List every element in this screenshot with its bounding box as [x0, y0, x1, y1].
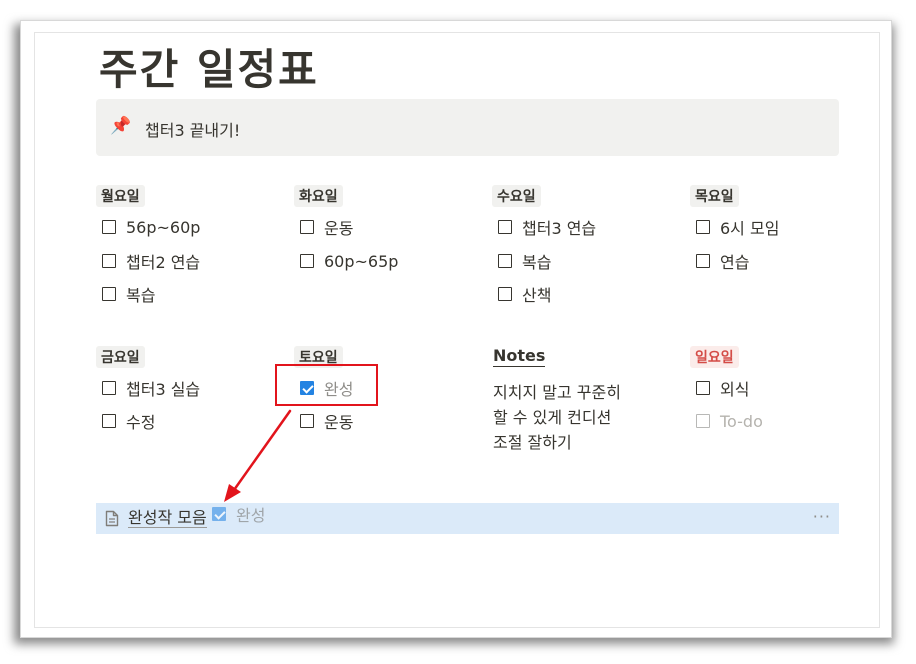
- todo-item[interactable]: 복습: [102, 282, 155, 306]
- checkbox-checked-ghost: [212, 507, 226, 521]
- checkbox[interactable]: [696, 254, 710, 268]
- checkbox[interactable]: [300, 220, 314, 234]
- checkbox[interactable]: [300, 414, 314, 428]
- day-column-thu: 목요일 6시 모임 연습: [690, 185, 840, 315]
- todo-text[interactable]: 챕터3 실습: [126, 376, 200, 400]
- todo-item[interactable]: 6시 모임: [696, 215, 779, 239]
- todo-placeholder[interactable]: To-do: [720, 412, 763, 431]
- checkbox[interactable]: [102, 287, 116, 301]
- todo-item[interactable]: 챕터2 연습: [102, 249, 200, 273]
- more-options-icon[interactable]: ···: [813, 507, 831, 526]
- callout-text[interactable]: 챕터3 끝내기!: [145, 117, 240, 141]
- day-column-fri: 금요일 챕터3 실습 수정: [96, 346, 276, 446]
- notes-line[interactable]: 조절 잘하기: [493, 429, 572, 453]
- todo-text[interactable]: 챕터3 연습: [522, 215, 596, 239]
- todo-text[interactable]: 운동: [324, 409, 353, 433]
- todo-item[interactable]: 56p~60p: [102, 217, 200, 237]
- notes-column: Notes 지치지 말고 꾸준히 할 수 있게 컨디션 조절 잘하기: [493, 346, 673, 456]
- day-label-thu: 목요일: [690, 185, 739, 207]
- todo-item[interactable]: 수정: [102, 409, 155, 433]
- todo-item-empty[interactable]: To-do: [696, 411, 763, 431]
- todo-text[interactable]: 챕터2 연습: [126, 249, 200, 273]
- page-title: 주간 일정표: [99, 45, 319, 94]
- todo-item[interactable]: 운동: [300, 409, 353, 433]
- day-label-fri: 금요일: [96, 346, 145, 368]
- checkbox[interactable]: [300, 254, 314, 268]
- drag-ghost-text: 완성: [236, 506, 266, 525]
- checkbox[interactable]: [102, 414, 116, 428]
- pushpin-icon: 📌: [110, 116, 132, 136]
- day-label-mon: 월요일: [96, 185, 145, 207]
- todo-text[interactable]: 연습: [720, 249, 749, 273]
- day-label-sun: 일요일: [690, 346, 739, 368]
- notes-heading: Notes: [493, 346, 546, 367]
- day-column-wed: 수요일 챕터3 연습 복습 산책: [492, 185, 672, 315]
- notes-line[interactable]: 할 수 있게 컨디션: [493, 404, 611, 428]
- drag-ghost-item: 완성: [212, 502, 265, 526]
- todo-text[interactable]: 수정: [126, 409, 155, 433]
- todo-item[interactable]: 연습: [696, 249, 749, 273]
- checkbox[interactable]: [498, 287, 512, 301]
- checkbox[interactable]: [696, 220, 710, 234]
- day-label-wed: 수요일: [492, 185, 541, 207]
- todo-item[interactable]: 운동: [300, 215, 353, 239]
- checkbox[interactable]: [102, 254, 116, 268]
- checkbox[interactable]: [696, 414, 710, 428]
- todo-text[interactable]: 6시 모임: [720, 215, 779, 239]
- todo-text[interactable]: 산책: [522, 282, 551, 306]
- checkbox[interactable]: [696, 381, 710, 395]
- todo-text[interactable]: 56p~60p: [126, 218, 200, 237]
- todo-text[interactable]: 60p~65p: [324, 252, 398, 271]
- annotation-highlight-box: [275, 364, 378, 406]
- todo-text[interactable]: 운동: [324, 215, 353, 239]
- todo-text[interactable]: 복습: [126, 282, 155, 306]
- day-column-sun: 일요일 외식 To-do: [690, 346, 840, 446]
- document-icon: [105, 510, 119, 531]
- checkbox[interactable]: [102, 220, 116, 234]
- day-column-tue: 화요일 운동 60p~65p: [294, 185, 474, 315]
- todo-text[interactable]: 외식: [720, 376, 749, 400]
- subpage-link-row[interactable]: 완성작 모음 ···: [96, 503, 839, 534]
- todo-item[interactable]: 산책: [498, 282, 551, 306]
- todo-item[interactable]: 외식: [696, 376, 749, 400]
- callout-block[interactable]: 📌 챕터3 끝내기!: [96, 99, 839, 156]
- notes-line[interactable]: 지치지 말고 꾸준히: [493, 379, 621, 403]
- day-label-tue: 화요일: [294, 185, 343, 207]
- checkbox[interactable]: [102, 381, 116, 395]
- todo-item[interactable]: 챕터3 연습: [498, 215, 596, 239]
- subpage-title[interactable]: 완성작 모음: [128, 509, 207, 528]
- todo-item[interactable]: 챕터3 실습: [102, 376, 200, 400]
- day-column-mon: 월요일 56p~60p 챕터2 연습 복습: [96, 185, 276, 315]
- checkbox[interactable]: [498, 254, 512, 268]
- todo-item[interactable]: 복습: [498, 249, 551, 273]
- todo-text[interactable]: 복습: [522, 249, 551, 273]
- todo-item[interactable]: 60p~65p: [300, 251, 398, 271]
- checkbox[interactable]: [498, 220, 512, 234]
